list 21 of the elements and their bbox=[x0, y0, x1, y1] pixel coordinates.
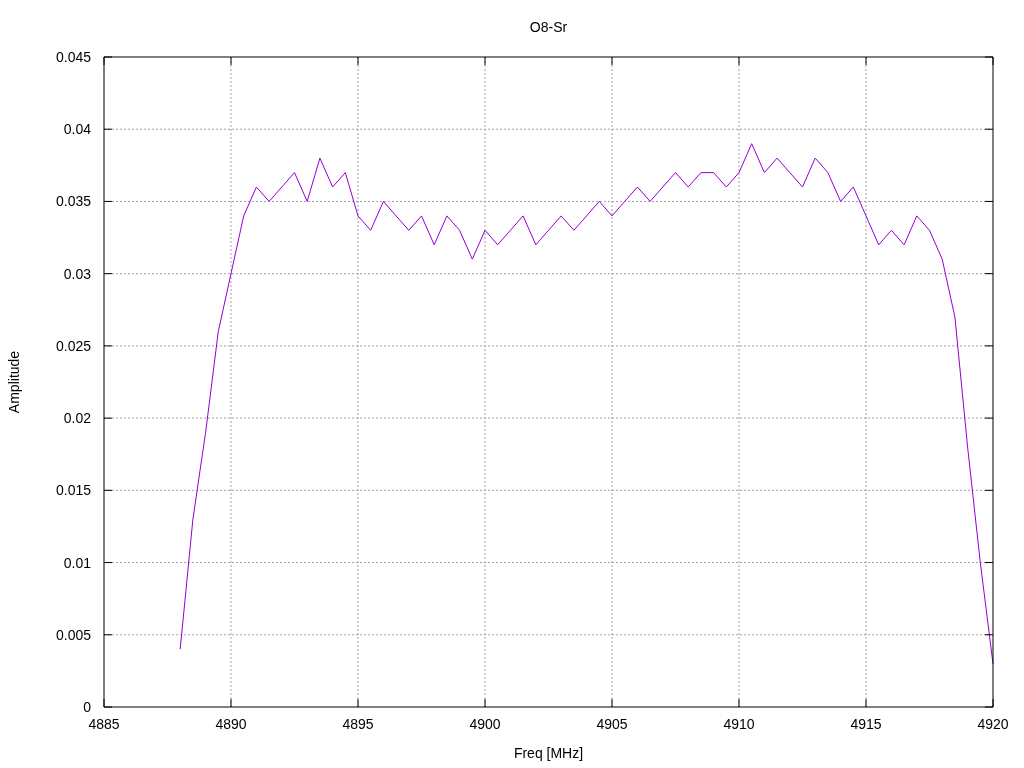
x-axis-label: Freq [MHz] bbox=[513, 745, 584, 761]
x-tick-label: 4890 bbox=[215, 716, 247, 732]
x-tick-label: 4885 bbox=[88, 716, 120, 732]
y-axis-label: Amplitude bbox=[6, 350, 22, 414]
y-tick-label: 0.04 bbox=[63, 121, 91, 138]
y-tick-label: 0.01 bbox=[63, 554, 91, 571]
x-tick-label: 4900 bbox=[469, 716, 501, 732]
x-tick-label: 4910 bbox=[723, 716, 755, 732]
y-tick-label: 0 bbox=[83, 699, 91, 715]
y-tick-label: 0.005 bbox=[55, 626, 91, 643]
x-tick-label: 4920 bbox=[977, 716, 1009, 732]
x-tick-label: 4915 bbox=[850, 716, 882, 732]
y-tick-label: 0.035 bbox=[55, 193, 91, 210]
chart-title: O8-Sr bbox=[529, 19, 568, 35]
y-tick-label: 0.015 bbox=[55, 482, 91, 499]
x-tick-label: 4895 bbox=[342, 716, 374, 732]
x-tick-label: 4905 bbox=[596, 716, 628, 732]
y-tick-label: 0.045 bbox=[55, 49, 91, 65]
y-tick-label: 0.02 bbox=[63, 410, 91, 427]
y-tick-label: 0.03 bbox=[63, 265, 91, 282]
y-tick-label: 0.025 bbox=[55, 337, 91, 354]
